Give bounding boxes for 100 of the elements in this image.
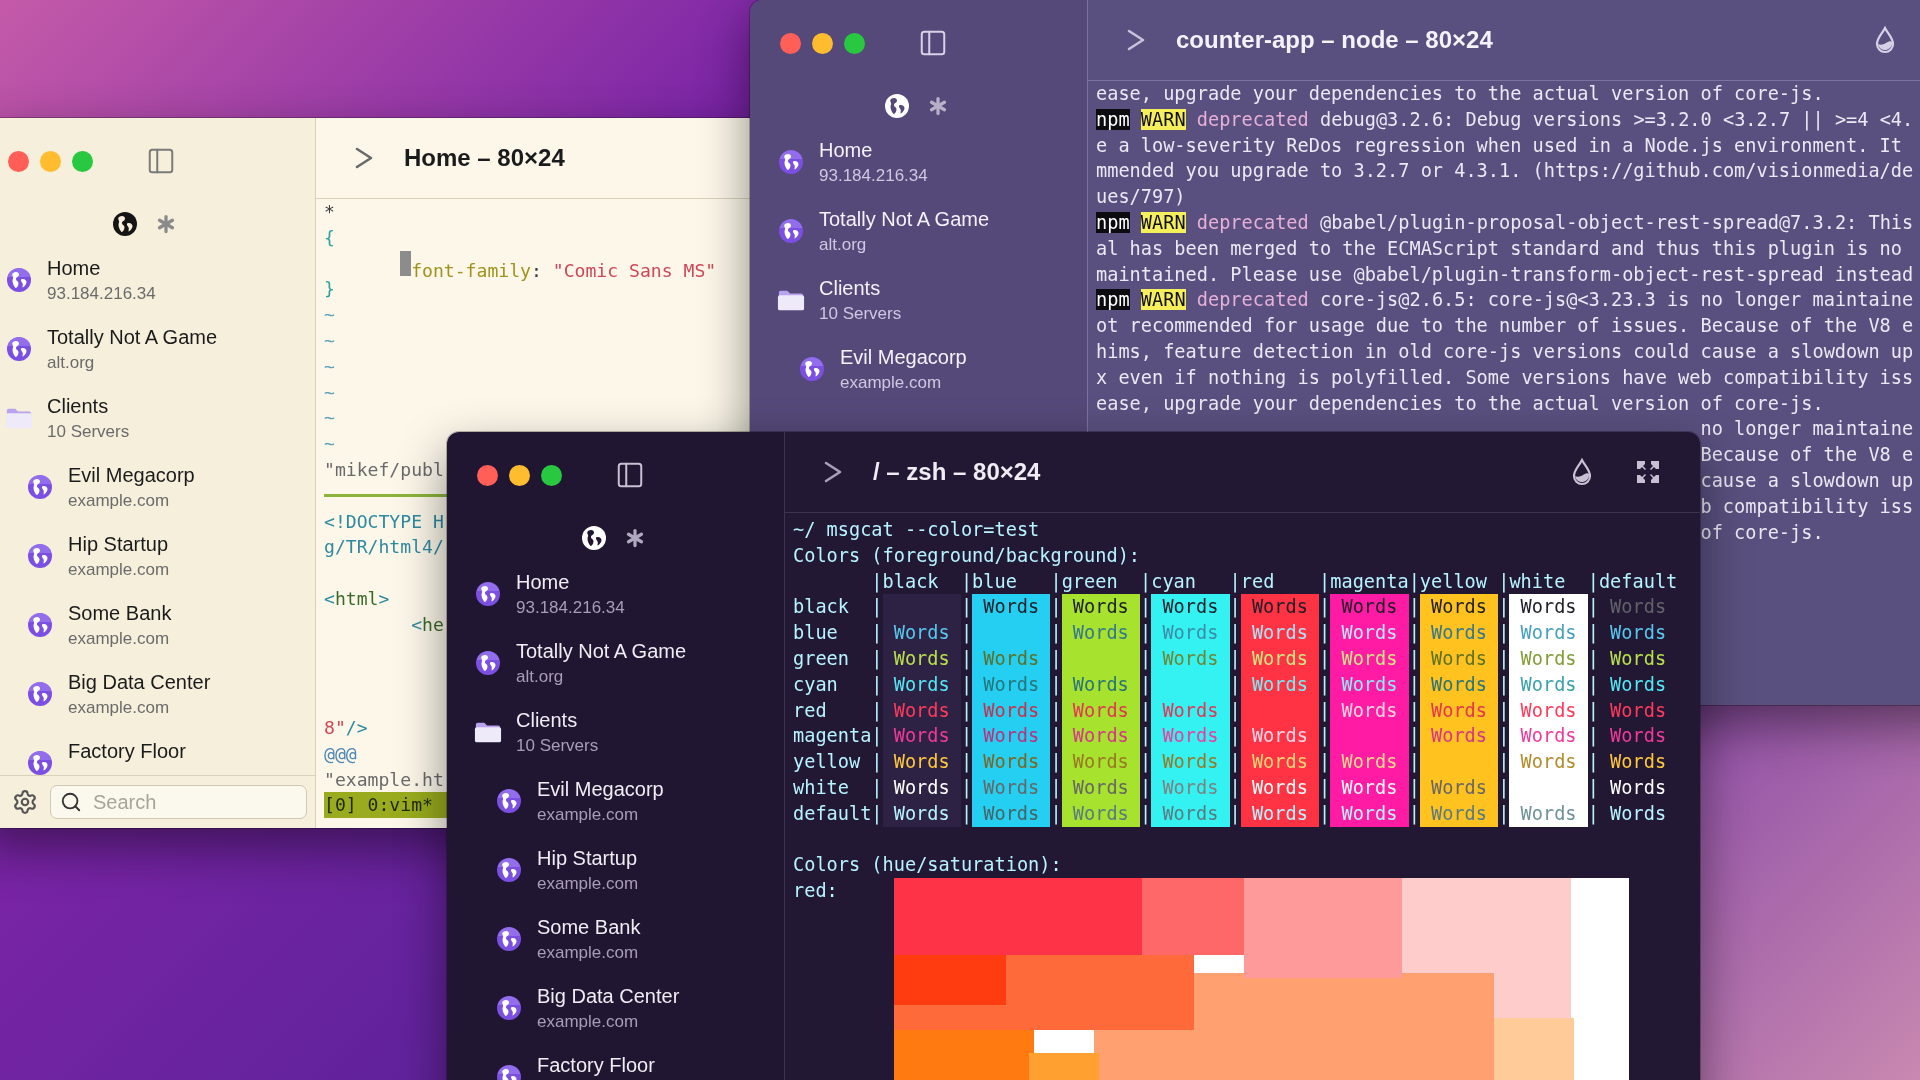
window-title: Home – 80×24 bbox=[404, 144, 565, 172]
search-icon bbox=[60, 791, 82, 813]
divider-glyph: | bbox=[1050, 775, 1062, 801]
server-name[interactable]: Home bbox=[516, 568, 776, 596]
server-address: alt.org bbox=[516, 666, 565, 688]
code-line: @@@ bbox=[324, 741, 357, 766]
settings-icon[interactable] bbox=[12, 789, 38, 815]
zoom-button[interactable] bbox=[541, 464, 562, 486]
divider-glyph: | bbox=[1587, 621, 1599, 646]
sample-text: Words bbox=[1251, 648, 1308, 669]
server-name[interactable]: Evil Megacorp bbox=[68, 461, 307, 489]
sample-text: Words bbox=[1520, 802, 1577, 824]
code-line: ~ bbox=[324, 329, 335, 353]
server-address: example.com bbox=[68, 628, 171, 650]
deprecated-label: deprecated bbox=[1196, 108, 1309, 130]
divider-glyph: | bbox=[871, 647, 883, 672]
globe-icon bbox=[778, 149, 804, 175]
code-line: "example.ht bbox=[324, 767, 444, 792]
close-button[interactable] bbox=[780, 32, 801, 54]
log-line: no longer maintaine bbox=[1700, 418, 1914, 440]
globe-icon bbox=[799, 356, 825, 382]
sample-text: Words bbox=[1072, 802, 1129, 824]
sample-text: Words bbox=[1610, 673, 1667, 695]
sample-text: Words bbox=[1431, 622, 1487, 644]
divider-glyph: | bbox=[871, 672, 883, 698]
divider-glyph: | bbox=[1408, 621, 1420, 646]
close-button[interactable] bbox=[8, 150, 29, 172]
sample-text: Words bbox=[1341, 776, 1398, 798]
code-line: ~ bbox=[324, 303, 335, 328]
npm-badge: npm bbox=[1096, 289, 1130, 311]
folder-icon bbox=[5, 406, 33, 430]
expand-icon[interactable] bbox=[1634, 458, 1662, 486]
divider-glyph: | bbox=[1498, 750, 1510, 775]
sample-text: Words bbox=[1162, 648, 1219, 669]
divider-glyph: | bbox=[1408, 775, 1420, 801]
server-address: example.com bbox=[537, 873, 640, 895]
row-label: cyan bbox=[793, 672, 839, 697]
globe-icon bbox=[27, 612, 53, 638]
sidebar-toggle-icon[interactable] bbox=[146, 146, 176, 176]
globe-icon[interactable] bbox=[112, 211, 138, 237]
globe-icon bbox=[496, 926, 522, 952]
search-field[interactable]: Search bbox=[50, 785, 307, 819]
npm-badge: npm bbox=[1096, 212, 1130, 233]
server-name[interactable]: Clients bbox=[516, 706, 776, 734]
sample-text: Words bbox=[1072, 699, 1129, 721]
column-header: |black bbox=[871, 569, 940, 595]
server-name[interactable]: Evil Megacorp bbox=[840, 343, 1079, 371]
window-title: / – zsh – 80×24 bbox=[873, 458, 1041, 486]
column-header: |magenta bbox=[1319, 569, 1409, 595]
server-name[interactable]: Totally Not A Game bbox=[819, 205, 1079, 233]
globe-icon bbox=[27, 750, 53, 775]
globe-icon bbox=[778, 218, 804, 244]
divider-glyph: | bbox=[1319, 750, 1331, 775]
sample-text: Words bbox=[1251, 673, 1308, 695]
sidebar-toggle-icon[interactable] bbox=[615, 460, 645, 490]
server-name[interactable]: Factory Floor bbox=[68, 737, 307, 765]
server-name[interactable]: Hip Startup bbox=[68, 530, 307, 558]
column-header: |green bbox=[1050, 569, 1119, 595]
globe-icon[interactable] bbox=[581, 525, 607, 551]
log-message: debug@3.2.6: Debug versions >=3.2.0 <3.2.7 || >=4 <4. bbox=[1319, 108, 1914, 130]
divider-glyph: | bbox=[1587, 750, 1599, 775]
row-label: yellow bbox=[793, 750, 862, 775]
divider-glyph: | bbox=[1587, 647, 1599, 672]
sample-text: Words bbox=[983, 699, 1040, 721]
server-name[interactable]: Clients bbox=[819, 274, 1079, 302]
divider-glyph: | bbox=[1050, 750, 1062, 775]
log-message: @babel/plugin-proposal-object-rest-spread@7.3.2: This bbox=[1319, 212, 1914, 233]
server-name[interactable]: Home bbox=[819, 136, 1079, 164]
window-title: counter-app – node – 80×24 bbox=[1176, 26, 1493, 54]
divider-glyph: | bbox=[1050, 698, 1062, 724]
divider-glyph: | bbox=[960, 801, 973, 827]
drop-icon[interactable] bbox=[1570, 458, 1594, 486]
server-name[interactable]: Clients bbox=[47, 392, 307, 420]
drop-icon[interactable] bbox=[1873, 26, 1897, 54]
sample-text: Words bbox=[1610, 596, 1667, 618]
server-name[interactable]: Big Data Center bbox=[537, 982, 776, 1010]
close-button[interactable] bbox=[477, 464, 498, 486]
zoom-button[interactable] bbox=[844, 32, 865, 54]
server-name[interactable]: Some Bank bbox=[537, 913, 776, 941]
column-header: |cyan bbox=[1140, 569, 1197, 595]
server-name[interactable]: Factory Floor bbox=[537, 1051, 776, 1079]
divider-glyph: | bbox=[960, 750, 973, 775]
server-name[interactable]: Some Bank bbox=[68, 599, 307, 627]
server-name[interactable]: Totally Not A Game bbox=[516, 637, 776, 665]
divider-glyph: | bbox=[1229, 724, 1241, 749]
server-name[interactable]: Home bbox=[47, 254, 307, 282]
server-name[interactable]: Big Data Center bbox=[68, 668, 307, 696]
divider-glyph: | bbox=[1587, 775, 1599, 801]
minimize-button[interactable] bbox=[509, 464, 530, 486]
sample-text: Words bbox=[1162, 802, 1219, 824]
divider-glyph: | bbox=[1050, 801, 1062, 827]
divider-glyph: | bbox=[960, 621, 973, 646]
server-name[interactable]: Hip Startup bbox=[537, 844, 776, 872]
sample-text: Words bbox=[1341, 596, 1398, 618]
globe-icon[interactable] bbox=[884, 93, 910, 119]
server-name[interactable]: Totally Not A Game bbox=[47, 323, 307, 351]
divider-glyph: | bbox=[871, 595, 883, 620]
deprecated-label: deprecated bbox=[1196, 289, 1309, 311]
minimize-button[interactable] bbox=[812, 32, 833, 54]
sidebar-toggle-icon[interactable] bbox=[918, 28, 948, 58]
